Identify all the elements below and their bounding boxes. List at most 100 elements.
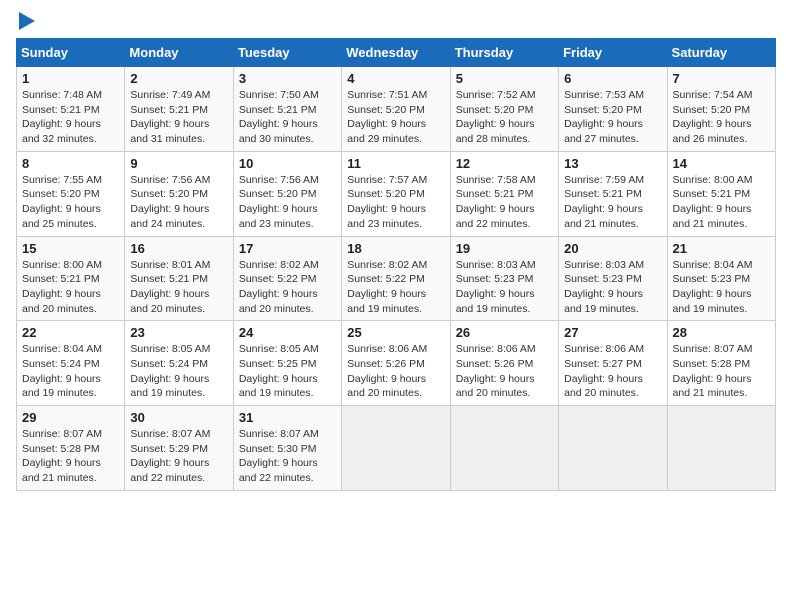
calendar-day-cell: 5 Sunrise: 7:52 AMSunset: 5:20 PMDaylight… (450, 67, 558, 152)
calendar-day-cell: 12 Sunrise: 7:58 AMSunset: 5:21 PMDayligh… (450, 151, 558, 236)
day-info: Sunrise: 8:07 AMSunset: 5:28 PMDaylight:… (673, 342, 770, 401)
day-number: 7 (673, 71, 770, 86)
day-info: Sunrise: 7:59 AMSunset: 5:21 PMDaylight:… (564, 173, 661, 232)
day-info: Sunrise: 7:53 AMSunset: 5:20 PMDaylight:… (564, 88, 661, 147)
day-info: Sunrise: 7:57 AMSunset: 5:20 PMDaylight:… (347, 173, 444, 232)
day-info: Sunrise: 8:01 AMSunset: 5:21 PMDaylight:… (130, 258, 227, 317)
day-number: 26 (456, 325, 553, 340)
day-info: Sunrise: 7:58 AMSunset: 5:21 PMDaylight:… (456, 173, 553, 232)
calendar-day-cell: 16 Sunrise: 8:01 AMSunset: 5:21 PMDayligh… (125, 236, 233, 321)
day-number: 28 (673, 325, 770, 340)
calendar-day-cell: 29 Sunrise: 8:07 AMSunset: 5:28 PMDayligh… (17, 406, 125, 491)
day-info: Sunrise: 7:48 AMSunset: 5:21 PMDaylight:… (22, 88, 119, 147)
calendar-day-cell: 24 Sunrise: 8:05 AMSunset: 5:25 PMDayligh… (233, 321, 341, 406)
calendar-day-cell: 27Sunrise: 8:06 AMSunset: 5:27 PMDayligh… (559, 321, 667, 406)
day-info: Sunrise: 8:02 AMSunset: 5:22 PMDaylight:… (347, 258, 444, 317)
calendar-week-row: 22 Sunrise: 8:04 AMSunset: 5:24 PMDayligh… (17, 321, 776, 406)
calendar-day-cell: 15Sunrise: 8:00 AMSunset: 5:21 PMDayligh… (17, 236, 125, 321)
day-info: Sunrise: 8:07 AMSunset: 5:29 PMDaylight:… (130, 427, 227, 486)
day-number: 9 (130, 156, 227, 171)
day-info: Sunrise: 8:07 AMSunset: 5:30 PMDaylight:… (239, 427, 336, 486)
calendar-day-cell (559, 406, 667, 491)
day-number: 18 (347, 241, 444, 256)
day-of-week-header: Thursday (450, 39, 558, 67)
calendar-day-cell: 17Sunrise: 8:02 AMSunset: 5:22 PMDayligh… (233, 236, 341, 321)
day-info: Sunrise: 7:56 AMSunset: 5:20 PMDaylight:… (239, 173, 336, 232)
day-info: Sunrise: 8:07 AMSunset: 5:28 PMDaylight:… (22, 427, 119, 486)
day-number: 24 (239, 325, 336, 340)
day-number: 6 (564, 71, 661, 86)
day-info: Sunrise: 8:05 AMSunset: 5:25 PMDaylight:… (239, 342, 336, 401)
logo (16, 16, 35, 30)
calendar-week-row: 29 Sunrise: 8:07 AMSunset: 5:28 PMDayligh… (17, 406, 776, 491)
day-info: Sunrise: 7:51 AMSunset: 5:20 PMDaylight:… (347, 88, 444, 147)
calendar-day-cell: 8Sunrise: 7:55 AMSunset: 5:20 PMDaylight… (17, 151, 125, 236)
day-number: 30 (130, 410, 227, 425)
day-info: Sunrise: 8:03 AMSunset: 5:23 PMDaylight:… (564, 258, 661, 317)
calendar-header-row: SundayMondayTuesdayWednesdayThursdayFrid… (17, 39, 776, 67)
day-number: 12 (456, 156, 553, 171)
calendar-day-cell: 23 Sunrise: 8:05 AMSunset: 5:24 PMDayligh… (125, 321, 233, 406)
day-of-week-header: Saturday (667, 39, 775, 67)
day-number: 20 (564, 241, 661, 256)
day-info: Sunrise: 8:02 AMSunset: 5:22 PMDaylight:… (239, 258, 336, 317)
day-info: Sunrise: 7:49 AMSunset: 5:21 PMDaylight:… (130, 88, 227, 147)
calendar-day-cell: 13 Sunrise: 7:59 AMSunset: 5:21 PMDayligh… (559, 151, 667, 236)
calendar-day-cell: 1 Sunrise: 7:48 AMSunset: 5:21 PMDaylight… (17, 67, 125, 152)
calendar-day-cell: 2 Sunrise: 7:49 AMSunset: 5:21 PMDaylight… (125, 67, 233, 152)
day-info: Sunrise: 8:04 AMSunset: 5:24 PMDaylight:… (22, 342, 119, 401)
calendar-table: SundayMondayTuesdayWednesdayThursdayFrid… (16, 38, 776, 491)
day-number: 29 (22, 410, 119, 425)
calendar-week-row: 8Sunrise: 7:55 AMSunset: 5:20 PMDaylight… (17, 151, 776, 236)
day-info: Sunrise: 8:05 AMSunset: 5:24 PMDaylight:… (130, 342, 227, 401)
calendar-day-cell: 11Sunrise: 7:57 AMSunset: 5:20 PMDayligh… (342, 151, 450, 236)
day-number: 10 (239, 156, 336, 171)
calendar-day-cell: 14Sunrise: 8:00 AMSunset: 5:21 PMDayligh… (667, 151, 775, 236)
day-number: 16 (130, 241, 227, 256)
day-info: Sunrise: 8:00 AMSunset: 5:21 PMDaylight:… (22, 258, 119, 317)
calendar-day-cell: 18 Sunrise: 8:02 AMSunset: 5:22 PMDayligh… (342, 236, 450, 321)
day-info: Sunrise: 8:06 AMSunset: 5:26 PMDaylight:… (347, 342, 444, 401)
day-number: 19 (456, 241, 553, 256)
day-number: 2 (130, 71, 227, 86)
calendar-day-cell: 6 Sunrise: 7:53 AMSunset: 5:20 PMDaylight… (559, 67, 667, 152)
calendar-week-row: 1 Sunrise: 7:48 AMSunset: 5:21 PMDaylight… (17, 67, 776, 152)
calendar-day-cell: 4 Sunrise: 7:51 AMSunset: 5:20 PMDaylight… (342, 67, 450, 152)
calendar-day-cell: 28 Sunrise: 8:07 AMSunset: 5:28 PMDayligh… (667, 321, 775, 406)
day-number: 31 (239, 410, 336, 425)
calendar-day-cell: 26 Sunrise: 8:06 AMSunset: 5:26 PMDayligh… (450, 321, 558, 406)
day-info: Sunrise: 7:54 AMSunset: 5:20 PMDaylight:… (673, 88, 770, 147)
calendar-day-cell (342, 406, 450, 491)
calendar-day-cell: 22 Sunrise: 8:04 AMSunset: 5:24 PMDayligh… (17, 321, 125, 406)
calendar-week-row: 15Sunrise: 8:00 AMSunset: 5:21 PMDayligh… (17, 236, 776, 321)
day-info: Sunrise: 7:52 AMSunset: 5:20 PMDaylight:… (456, 88, 553, 147)
day-of-week-header: Friday (559, 39, 667, 67)
day-info: Sunrise: 8:06 AMSunset: 5:26 PMDaylight:… (456, 342, 553, 401)
day-number: 5 (456, 71, 553, 86)
calendar-day-cell (667, 406, 775, 491)
day-number: 27 (564, 325, 661, 340)
day-number: 13 (564, 156, 661, 171)
calendar-day-cell: 7 Sunrise: 7:54 AMSunset: 5:20 PMDaylight… (667, 67, 775, 152)
day-number: 22 (22, 325, 119, 340)
calendar-day-cell (450, 406, 558, 491)
day-of-week-header: Sunday (17, 39, 125, 67)
day-of-week-header: Monday (125, 39, 233, 67)
day-number: 23 (130, 325, 227, 340)
day-info: Sunrise: 7:55 AMSunset: 5:20 PMDaylight:… (22, 173, 119, 232)
page-header (16, 16, 776, 30)
calendar-day-cell: 9 Sunrise: 7:56 AMSunset: 5:20 PMDaylight… (125, 151, 233, 236)
day-info: Sunrise: 7:50 AMSunset: 5:21 PMDaylight:… (239, 88, 336, 147)
day-info: Sunrise: 8:00 AMSunset: 5:21 PMDaylight:… (673, 173, 770, 232)
calendar-day-cell: 10 Sunrise: 7:56 AMSunset: 5:20 PMDayligh… (233, 151, 341, 236)
day-info: Sunrise: 8:04 AMSunset: 5:23 PMDaylight:… (673, 258, 770, 317)
calendar-day-cell: 19Sunrise: 8:03 AMSunset: 5:23 PMDayligh… (450, 236, 558, 321)
day-number: 4 (347, 71, 444, 86)
calendar-day-cell: 21Sunrise: 8:04 AMSunset: 5:23 PMDayligh… (667, 236, 775, 321)
day-number: 25 (347, 325, 444, 340)
day-number: 1 (22, 71, 119, 86)
day-info: Sunrise: 7:56 AMSunset: 5:20 PMDaylight:… (130, 173, 227, 232)
day-of-week-header: Wednesday (342, 39, 450, 67)
calendar-day-cell: 30 Sunrise: 8:07 AMSunset: 5:29 PMDayligh… (125, 406, 233, 491)
calendar-day-cell: 25 Sunrise: 8:06 AMSunset: 5:26 PMDayligh… (342, 321, 450, 406)
